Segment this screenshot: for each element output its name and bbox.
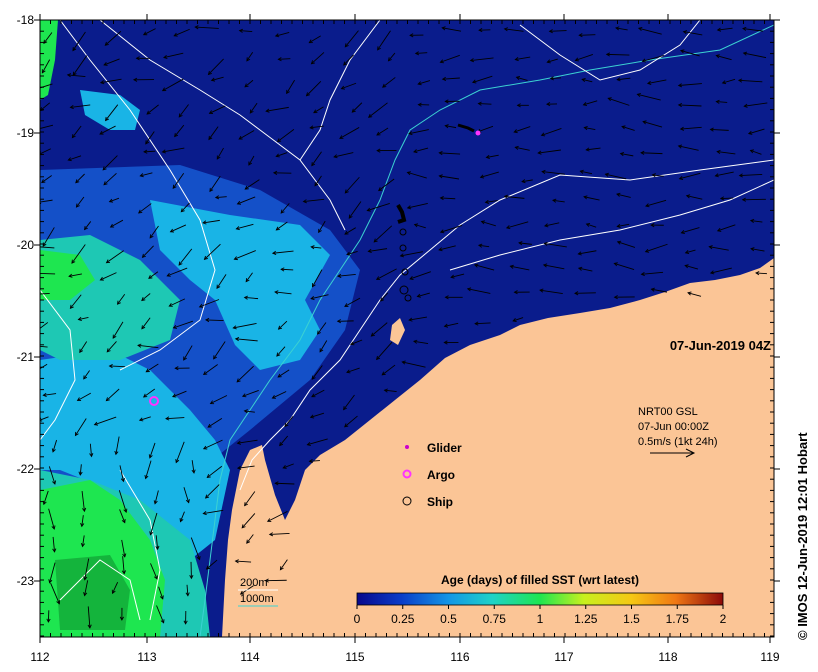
lon-tick-label: 116 (450, 650, 469, 664)
colorbar-tick-label: 1 (537, 612, 544, 626)
colorbar-gradient (356, 592, 724, 606)
lat-tick-label: -21 (17, 350, 35, 364)
current-time-label: 07-Jun 00:00Z (638, 421, 709, 433)
current-arrow-head (34, 128, 37, 131)
map-date-label: 07-Jun-2019 04Z (670, 338, 771, 353)
current-arrow (478, 103, 492, 105)
lat-tick-label: -22 (17, 462, 35, 476)
lat-tick-label: -23 (17, 574, 35, 588)
colorbar-tick-label: 2 (720, 612, 727, 626)
current-scale-label: 0.5m/s (1kt 24h) (638, 436, 717, 448)
colorbar-tick-label: 0 (354, 612, 361, 626)
isobath-200-label: 200m (240, 577, 268, 589)
colorbar-tick-label: 1.75 (666, 612, 690, 626)
colorbar-tick-label: 0.25 (391, 612, 415, 626)
lon-tick-label: 118 (658, 650, 677, 664)
colorbar-tick-label: 1.5 (623, 612, 640, 626)
latitude-tick-labels: -18 -19 -20 -21 -22 -23 (17, 13, 35, 588)
current-arrow (579, 34, 596, 36)
map-plot-area (29, 20, 774, 637)
colorbar-title: Age (days) of filled SST (wrt latest) (441, 573, 639, 587)
lat-tick-label: -18 (17, 13, 35, 27)
lon-tick-label: 113 (137, 650, 156, 664)
lon-tick-label: 117 (554, 650, 573, 664)
lon-tick-label: 119 (760, 650, 779, 664)
current-arrow (606, 53, 630, 56)
glider-legend-label: Glider (427, 441, 462, 455)
colorbar-tick-label: 0.75 (483, 612, 507, 626)
lat-tick-label: -19 (17, 126, 35, 140)
credit-label: © IMOS 12-Jun-2019 12:01 Hobart (795, 432, 810, 640)
isobath-1000-label: 1000m (240, 593, 274, 605)
glider-legend-icon (405, 445, 409, 449)
lon-tick-label: 115 (345, 650, 364, 664)
ship-legend-label: Ship (427, 495, 453, 509)
current-source-label: NRT00 GSL (638, 406, 698, 418)
lon-tick-label: 112 (30, 650, 49, 664)
current-arrow-head (32, 272, 35, 275)
argo-legend-label: Argo (427, 468, 455, 482)
colorbar-tick-label: 0.5 (440, 612, 457, 626)
current-arrow-head (33, 331, 36, 334)
current-arrow-head (29, 372, 32, 375)
current-arrow-head (32, 88, 35, 91)
lat-tick-label: -20 (17, 238, 35, 252)
current-arrow-head (35, 345, 38, 348)
longitude-tick-labels: 112 113 114 115 116 117 118 119 (30, 650, 779, 664)
current-arrow-head (36, 292, 39, 295)
colorbar-tick-label: 1.25 (574, 612, 598, 626)
argo-float-marker (475, 130, 481, 136)
sst-age-map: -18 -19 -20 -21 -22 -23 112 113 114 115 … (17, 13, 810, 664)
lon-tick-label: 114 (240, 650, 259, 664)
